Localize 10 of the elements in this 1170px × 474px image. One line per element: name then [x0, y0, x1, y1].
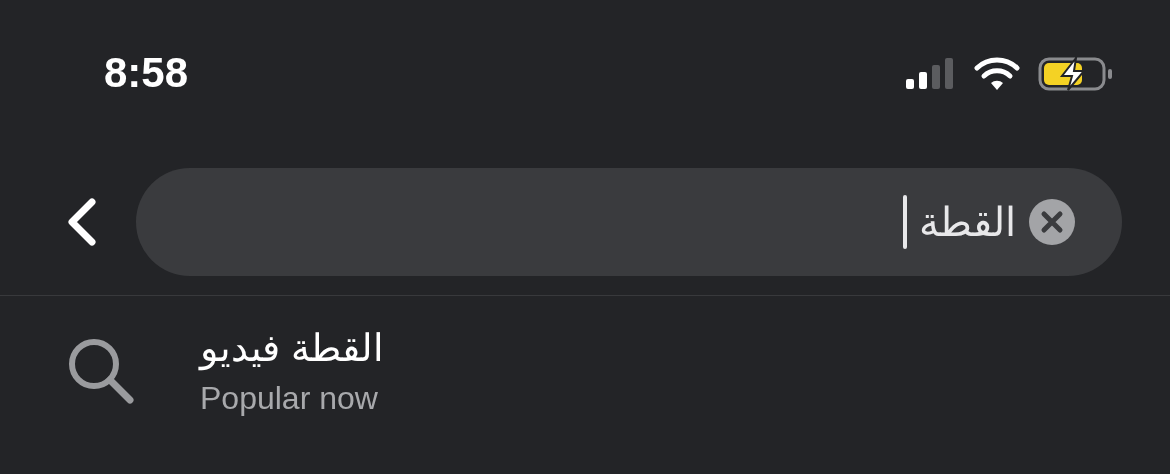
text-cursor — [903, 194, 907, 249]
suggestion-title[interactable]: القطة فيديو — [200, 324, 384, 372]
wifi-icon — [974, 57, 1020, 91]
status-time: 8:58 — [104, 48, 189, 98]
search-field[interactable]: القطة — [136, 167, 1122, 276]
signal-icon — [906, 57, 956, 91]
suggestion-subtitle: Popular now — [200, 379, 379, 418]
battery-charging-icon — [1038, 56, 1114, 92]
clear-icon[interactable] — [1028, 197, 1076, 246]
search-icon — [66, 336, 136, 406]
